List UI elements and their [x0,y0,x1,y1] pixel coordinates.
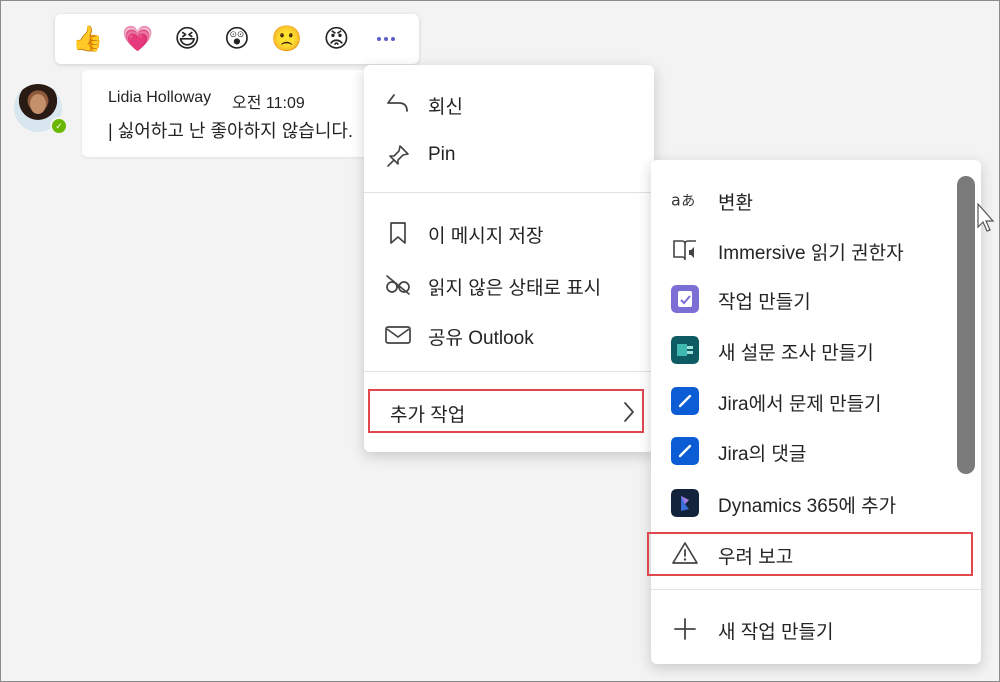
warning-icon [671,540,699,571]
submenu-item-immersive-reader[interactable]: Immersive 읽기 권한자 [651,224,956,274]
svg-text:a: a [671,191,681,210]
surprised-face-icon[interactable]: 😲 [220,22,254,56]
submenu-item-create-task[interactable]: 작업 만들기 [651,273,956,323]
submenu-item-add-dynamics[interactable]: Dynamics 365에 추가 [651,477,956,527]
menu-item-label: 공유 Outlook [428,328,534,349]
laughing-face-icon[interactable]: 😆 [170,22,204,56]
reaction-bar: 👍 💗 😆 😲 🙁 😡 [55,14,419,64]
thumbs-up-icon[interactable]: 👍 [71,22,105,56]
dynamics-365-icon [671,489,699,517]
menu-item-label: 읽지 않은 상태로 표시 [428,278,602,299]
mouse-cursor-icon [977,202,995,238]
submenu-item-label: Immersive 읽기 권한자 [718,243,904,264]
heart-icon[interactable]: 💗 [121,22,155,56]
bookmark-icon [384,219,412,247]
menu-item-share-outlook[interactable]: 공유 Outlook [364,310,654,358]
plus-icon [671,615,699,643]
submenu-divider [651,589,981,590]
chevron-right-icon [622,401,636,428]
submenu-item-label: 새 작업 만들기 [718,622,834,643]
menu-divider [364,371,654,372]
submenu-item-label: 작업 만들기 [718,292,811,313]
submenu-item-create-survey[interactable]: 새 설문 조사 만들기 [651,324,956,374]
more-actions-menu-item[interactable]: 추가 작업 [368,389,644,433]
menu-divider [364,192,654,193]
menu-item-save-message[interactable]: 이 메시지 저장 [364,208,654,256]
tasks-app-icon [671,285,699,313]
menu-item-mark-unread[interactable]: 읽지 않은 상태로 표시 [364,260,654,308]
sad-face-icon[interactable]: 🙁 [270,22,304,56]
immersive-reader-icon [671,236,699,264]
chat-message[interactable]: Lidia Holloway 오전 11:09 | 싫어하고 난 좋아하지 않습… [82,70,382,157]
report-concern-menu-item[interactable]: 우려 보고 [647,532,973,576]
submenu-scrollbar[interactable] [957,176,975,474]
menu-item-reply[interactable]: 회신 [364,79,654,127]
jira-icon [671,387,699,415]
message-context-menu: 회신 Pin 이 메시지 저장 읽지 않은 상태로 표시 공유 Outlook … [364,65,654,452]
submenu-item-jira-comment[interactable]: Jira의 댓글 [651,425,956,475]
submenu-item-jira-create-issue[interactable]: Jira에서 문제 만들기 [651,375,956,425]
message-text: | 싫어하고 난 좋아하지 않습니다. [108,121,353,141]
message-time: 오전 11:09 [232,95,305,112]
submenu-item-translate[interactable]: aあ 변환 [651,174,956,224]
reply-icon [384,90,412,118]
pin-icon [384,142,412,170]
menu-item-pin[interactable]: Pin [364,131,654,179]
message-author: Lidia Holloway [108,89,212,106]
jira-icon [671,437,699,465]
svg-text:あ: あ [681,194,695,210]
translate-icon: aあ [671,186,699,214]
menu-item-label: Pin [428,144,456,165]
menu-item-label: 회신 [428,97,463,118]
menu-item-label: 이 메시지 저장 [428,226,544,247]
forms-app-icon [671,336,699,364]
more-actions-label: 추가 작업 [390,405,466,426]
presence-available-icon: ✓ [50,117,68,135]
more-options-icon[interactable] [369,22,403,56]
report-concern-label: 우려 보고 [718,547,794,568]
submenu-item-label: 변환 [718,193,753,214]
submenu-item-label: Jira의 댓글 [718,444,807,465]
mark-unread-icon [384,271,412,299]
submenu-item-label: 새 설문 조사 만들기 [718,343,874,364]
mail-icon [384,321,412,349]
submenu-item-create-new-action[interactable]: 새 작업 만들기 [651,603,956,653]
more-actions-submenu: aあ 변환 Immersive 읽기 권한자 작업 만들기 새 설문 조사 만들… [647,160,981,664]
submenu-item-label: Jira에서 문제 만들기 [718,394,882,415]
angry-face-icon[interactable]: 😡 [319,22,353,56]
submenu-item-label: Dynamics 365에 추가 [718,496,897,517]
